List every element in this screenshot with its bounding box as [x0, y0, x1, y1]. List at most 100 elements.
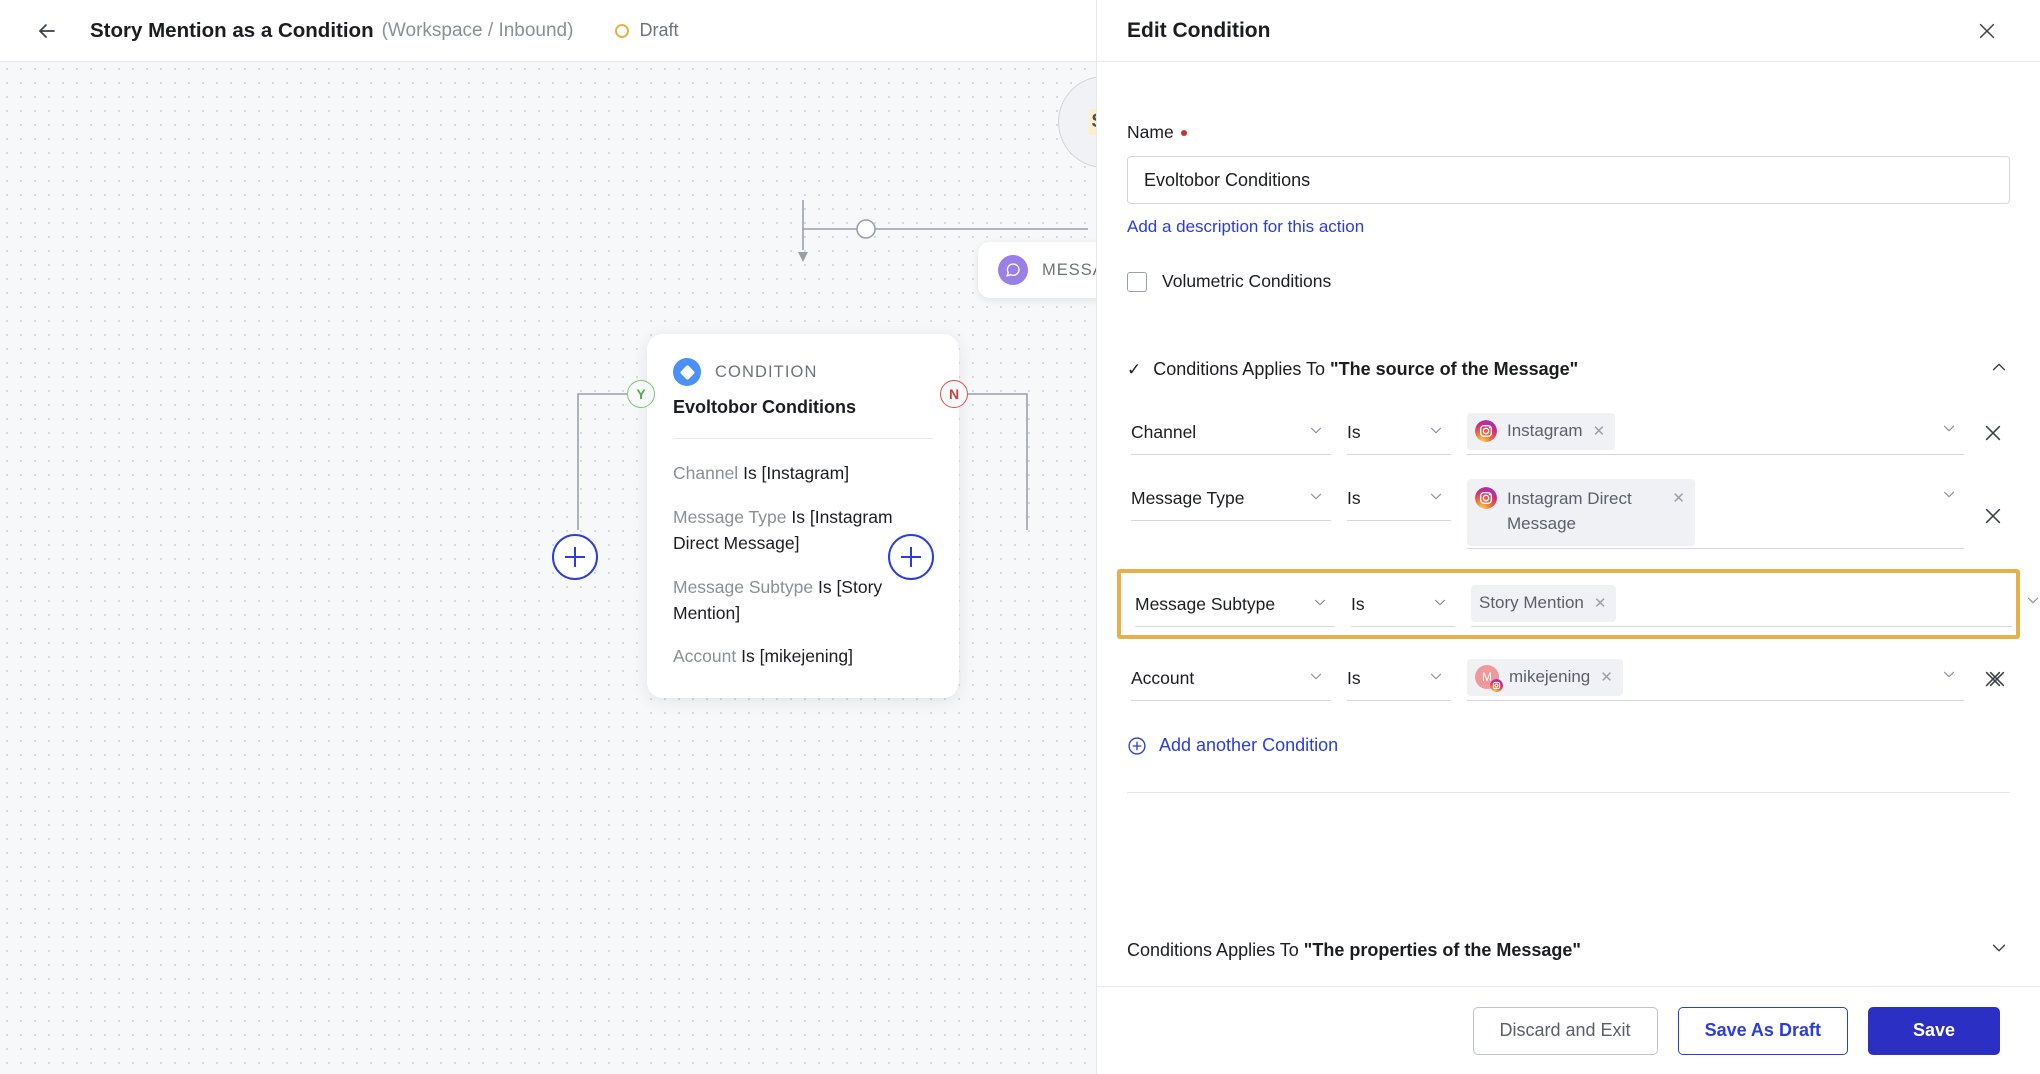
- value-select-channel[interactable]: Instagram ✕: [1467, 411, 1964, 455]
- field-select-value: Channel: [1131, 422, 1197, 442]
- condition-diamond-icon: [673, 358, 701, 386]
- panel-body: Name Add a description for this action V…: [1097, 62, 2040, 914]
- field-select-value: Message Subtype: [1135, 594, 1276, 614]
- add-another-condition-button[interactable]: Add another Condition: [1127, 735, 2010, 756]
- panel-title: Edit Condition: [1127, 18, 1271, 42]
- add-description-link[interactable]: Add a description for this action: [1127, 217, 1364, 237]
- page-title: Story Mention as a Condition: [90, 18, 374, 42]
- operator-select-account[interactable]: Is: [1347, 657, 1451, 701]
- value-select-message-type[interactable]: Instagram Direct Message ✕: [1467, 477, 1964, 549]
- chevron-down-icon: [1427, 487, 1445, 510]
- rule-key: Message Type: [673, 506, 787, 527]
- chip-remove-icon[interactable]: ✕: [1594, 594, 1607, 612]
- section-header-source[interactable]: ✓ Conditions Applies To "The source of t…: [1127, 356, 2010, 383]
- field-select-channel[interactable]: Channel: [1131, 411, 1331, 455]
- chevron-down-icon: [1427, 667, 1445, 690]
- chip-remove-icon[interactable]: ✕: [1593, 422, 1606, 440]
- remove-condition-icon[interactable]: [1980, 657, 2006, 701]
- section-source-quoted: "The source of the Message": [1330, 359, 1579, 379]
- operator-select-value: Is: [1347, 668, 1361, 688]
- volumetric-checkbox[interactable]: [1127, 271, 1147, 292]
- operator-select-value: Is: [1351, 594, 1365, 614]
- rule-key: Channel: [673, 463, 739, 483]
- condition-node-card[interactable]: CONDITION Evoltobor Conditions Channel I…: [647, 334, 959, 699]
- save-button[interactable]: Save: [1867, 1006, 2000, 1055]
- chevron-down-icon: [1307, 667, 1325, 690]
- operator-select-message-subtype[interactable]: Is: [1351, 583, 1455, 627]
- condition-card-header: CONDITION: [673, 358, 933, 386]
- volumetric-label: Volumetric Conditions: [1162, 271, 1332, 291]
- chevron-down-icon: [1307, 421, 1325, 444]
- edit-condition-panel: Edit Condition Name Add a description fo…: [1096, 0, 2040, 1074]
- status-ring-icon: [615, 23, 630, 38]
- required-indicator-icon: [1180, 129, 1187, 136]
- name-input[interactable]: [1127, 156, 2010, 204]
- section-properties-title: Conditions Applies To "The properties of…: [1127, 940, 1581, 961]
- topbar: Story Mention as a Condition (Workspace …: [0, 0, 1096, 62]
- check-icon: ✓: [1127, 359, 1142, 379]
- add-node-button-no[interactable]: [888, 534, 934, 580]
- message-node-label: MESSAG: [1042, 260, 1096, 279]
- value-select-message-subtype[interactable]: Story Mention ✕: [1471, 583, 2039, 627]
- remove-condition-icon[interactable]: [1980, 411, 2006, 455]
- instagram-icon: [1475, 487, 1497, 509]
- status-badge: Draft: [615, 20, 678, 41]
- value-chip-label: Instagram Direct Message: [1507, 489, 1632, 533]
- back-arrow-icon[interactable]: [30, 14, 64, 48]
- condition-rows: Channel Is Instagram ✕ Message Type Is I…: [1117, 405, 2039, 707]
- field-select-message-subtype[interactable]: Message Subtype: [1135, 583, 1335, 627]
- condition-row: Message Type Is Instagram Direct Message…: [1127, 471, 2010, 555]
- chevron-down-icon: [1940, 420, 1958, 443]
- app-root: Story Mention as a Condition (Workspace …: [0, 0, 2040, 1074]
- value-chip: Story Mention ✕: [1471, 585, 1617, 622]
- start-node-label: ST: [1089, 109, 1096, 135]
- chevron-up-icon[interactable]: [1988, 356, 2010, 383]
- volumetric-conditions-row[interactable]: Volumetric Conditions: [1127, 271, 2010, 292]
- section-properties-prefix: Conditions Applies To: [1127, 939, 1304, 960]
- message-node[interactable]: MESSAG: [978, 242, 1096, 298]
- chevron-down-icon: [1940, 486, 1958, 509]
- value-chip: M mikejening ✕: [1467, 659, 1623, 696]
- field-select-value: Message Type: [1131, 488, 1245, 508]
- chat-bubble-icon: [998, 255, 1028, 285]
- field-select-account[interactable]: Account: [1131, 657, 1331, 701]
- instagram-badge-icon: [1490, 679, 1503, 693]
- panel-header: Edit Condition: [1097, 0, 2040, 62]
- operator-select-value: Is: [1347, 488, 1361, 508]
- name-label-text: Name: [1127, 122, 1174, 142]
- field-select-message-type[interactable]: Message Type: [1131, 477, 1331, 521]
- close-icon[interactable]: [1974, 18, 2000, 44]
- rule-value: Is [Instagram]: [743, 463, 850, 483]
- section-source-title: Conditions Applies To "The source of the…: [1153, 359, 1578, 380]
- section-header-properties[interactable]: Conditions Applies To "The properties of…: [1097, 914, 2040, 986]
- chevron-down-icon: [2024, 592, 2040, 615]
- chevron-down-icon: [1940, 666, 1958, 689]
- operator-select-message-type[interactable]: Is: [1347, 477, 1451, 521]
- value-chip: Instagram ✕: [1467, 413, 1616, 450]
- discard-and-exit-button[interactable]: Discard and Exit: [1472, 1006, 1658, 1055]
- operator-select-value: Is: [1347, 422, 1361, 442]
- condition-row: Account Is M mikejening ✕: [1127, 651, 2010, 707]
- avatar: M: [1475, 665, 1503, 693]
- condition-kind-label: CONDITION: [715, 362, 818, 381]
- add-another-condition-label: Add another Condition: [1159, 735, 1339, 755]
- chevron-down-icon: [1307, 487, 1325, 510]
- value-chip-label: Instagram: [1507, 421, 1583, 440]
- value-select-account[interactable]: M mikejening ✕: [1467, 657, 1964, 701]
- chip-remove-icon[interactable]: ✕: [1600, 668, 1613, 686]
- chip-remove-icon[interactable]: ✕: [1672, 489, 1685, 507]
- chevron-down-icon: [1431, 593, 1449, 616]
- branch-yes-label: Y: [636, 386, 646, 402]
- rule-key: Account: [673, 646, 737, 667]
- condition-card-rule: Account Is [mikejening]: [673, 644, 933, 670]
- operator-select-channel[interactable]: Is: [1347, 411, 1451, 455]
- chevron-down-icon: [1311, 593, 1329, 616]
- flow-canvas[interactable]: ST MESSAG CONDITION Evoltobor Conditions…: [0, 62, 1096, 1074]
- save-as-draft-button[interactable]: Save As Draft: [1677, 1006, 1848, 1055]
- divider: [673, 438, 933, 439]
- add-node-button-yes[interactable]: [552, 534, 598, 580]
- name-field-label: Name: [1127, 122, 2010, 143]
- chevron-down-icon[interactable]: [1988, 937, 2010, 964]
- panel-footer: Discard and Exit Save As Draft Save: [1097, 986, 2040, 1074]
- remove-condition-icon[interactable]: [1980, 477, 2006, 524]
